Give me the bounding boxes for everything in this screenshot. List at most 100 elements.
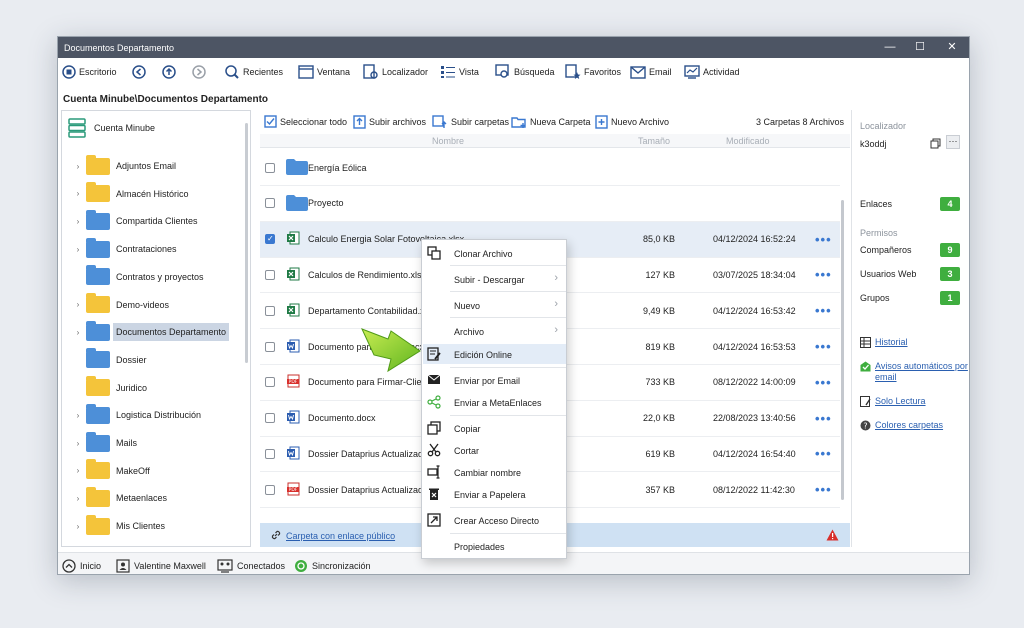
row-checkbox[interactable] [265,448,275,459]
vista-button[interactable]: Vista [440,64,479,80]
email-button[interactable]: Email [630,64,672,80]
column-modified[interactable]: Modificado [726,136,770,146]
tree-item[interactable]: Juridico [72,376,238,399]
companeros-item[interactable]: Compañeros 9 [856,241,964,259]
row-more-icon[interactable]: ••• [815,339,832,354]
enlaces-item[interactable]: Enlaces 4 [856,195,964,213]
menu-cortar[interactable]: Cortar [423,440,566,460]
inicio-button[interactable]: Inicio [62,559,101,573]
row-more-icon[interactable]: ••• [815,303,832,318]
tree-item[interactable]: › Metaenlaces [72,486,238,509]
maximize-button[interactable]: ☐ [910,40,930,55]
expand-chevron-icon[interactable]: › [72,522,84,531]
back-button[interactable] [132,64,149,80]
close-button[interactable]: ✕ [942,40,962,55]
tree-item[interactable]: › Documentos Departamento [72,320,238,343]
row-checkbox[interactable] [265,269,275,280]
tree-root-item[interactable]: Cuenta Minube [68,117,155,139]
new-file-button[interactable]: Nuevo Archivo [595,115,669,129]
public-link[interactable]: Carpeta con enlace público [286,531,395,541]
row-more-icon[interactable]: ••• [815,375,832,390]
row-more-icon[interactable]: ••• [815,482,832,497]
localizador-value[interactable]: k3oddj [860,136,940,152]
row-checkbox[interactable] [265,413,275,424]
select-all-button[interactable]: Seleccionar todo [264,115,347,128]
tree-item[interactable]: › Mails [72,431,238,454]
menu-subir-descargar[interactable]: Subir - Descargar › [423,269,566,289]
tree-item[interactable]: › MakeOff [72,459,238,482]
file-list-scrollbar[interactable] [841,200,844,500]
sync-status[interactable]: Sincronización [294,559,371,573]
column-size[interactable]: Tamaño [638,136,670,146]
expand-chevron-icon[interactable]: › [72,162,84,171]
actividad-button[interactable]: Actividad [684,64,740,80]
expand-chevron-icon[interactable]: › [72,217,84,226]
escritorio-button[interactable]: Escritorio [62,64,117,80]
warning-icon[interactable] [826,529,839,541]
forward-button[interactable] [192,64,209,80]
file-row[interactable]: Proyecto [260,186,840,222]
grupos-item[interactable]: Grupos 1 [856,289,964,307]
avisos-link[interactable]: Avisos automáticos por email [860,361,968,383]
row-checkbox[interactable] [265,162,275,173]
menu-nuevo[interactable]: Nuevo › [423,295,566,315]
menu-crear-acceso[interactable]: Crear Acceso Directo [423,510,566,530]
tree-item[interactable]: › Adjuntos Email [72,154,238,177]
upload-files-button[interactable]: Subir archivos [353,115,426,129]
row-more-icon[interactable]: ••• [815,411,832,426]
more-options-button[interactable]: ··· [946,135,960,149]
tree-item[interactable]: › Compartida Clientes [72,209,238,232]
tree-item[interactable]: Contratos y proyectos [72,265,238,288]
copy-icon[interactable] [930,138,941,149]
expand-chevron-icon[interactable]: › [72,439,84,448]
row-checkbox[interactable] [265,305,275,316]
localizador-button[interactable]: Localizador [363,64,428,80]
historial-link[interactable]: Historial [860,337,968,348]
favoritos-button[interactable]: Favoritos [565,64,621,80]
up-button[interactable] [162,64,179,80]
row-checkbox[interactable] [265,198,275,209]
menu-cambiar-nombre[interactable]: Cambiar nombre [423,462,566,482]
tree-scrollbar[interactable] [245,123,248,363]
tree-item[interactable]: Dossier [72,348,238,371]
upload-folders-button[interactable]: Subir carpetas [432,115,509,129]
row-checkbox[interactable] [265,341,275,352]
usuarios-web-item[interactable]: Usuarios Web 3 [856,265,964,283]
recientes-button[interactable]: Recientes [224,64,283,80]
tree-item[interactable]: › Mis Clientes [72,514,238,537]
expand-chevron-icon[interactable]: › [72,494,84,503]
menu-propiedades[interactable]: Propiedades [423,536,566,556]
expand-chevron-icon[interactable]: › [72,411,84,420]
row-checkbox[interactable] [265,377,275,388]
column-name[interactable]: Nombre [432,136,464,146]
row-more-icon[interactable]: ••• [815,267,832,282]
expand-chevron-icon[interactable]: › [72,328,84,337]
menu-edicion-online[interactable]: Edición Online [423,344,566,364]
file-row[interactable]: Energía Eólica [260,150,840,186]
expand-chevron-icon[interactable]: › [72,245,84,254]
menu-enviar-email[interactable]: Enviar por Email [423,370,566,390]
menu-archivo[interactable]: Archivo › [423,321,566,341]
solo-lectura-link[interactable]: Solo Lectura [860,396,968,407]
colores-link[interactable]: ? Colores carpetas [860,420,968,431]
row-more-icon[interactable]: ••• [815,446,832,461]
tree-item[interactable]: › Contrataciones [72,237,238,260]
conectados-status[interactable]: Conectados [217,559,285,573]
busqueda-button[interactable]: Búsqueda [495,64,555,80]
row-checkbox[interactable] [265,234,275,245]
minimize-button[interactable]: — [880,40,900,55]
ventana-button[interactable]: Ventana [298,64,350,80]
new-folder-button[interactable]: Nueva Carpeta [511,115,591,129]
menu-enviar-papelera[interactable]: Enviar a Papelera [423,484,566,504]
tree-item[interactable]: › Logistica Distribución [72,403,238,426]
tree-item[interactable]: › Almacén Histórico [72,182,238,205]
row-more-icon[interactable]: ••• [815,232,832,247]
tree-item[interactable]: › Demo-videos [72,293,238,316]
expand-chevron-icon[interactable]: › [72,300,84,309]
user-status[interactable]: Valentine Maxwell [116,559,206,573]
expand-chevron-icon[interactable]: › [72,189,84,198]
menu-copiar[interactable]: Copiar [423,418,566,438]
menu-enviar-meta[interactable]: Enviar a MetaEnlaces [423,392,566,412]
row-checkbox[interactable] [265,484,275,495]
menu-clonar[interactable]: Clonar Archivo [423,243,566,263]
